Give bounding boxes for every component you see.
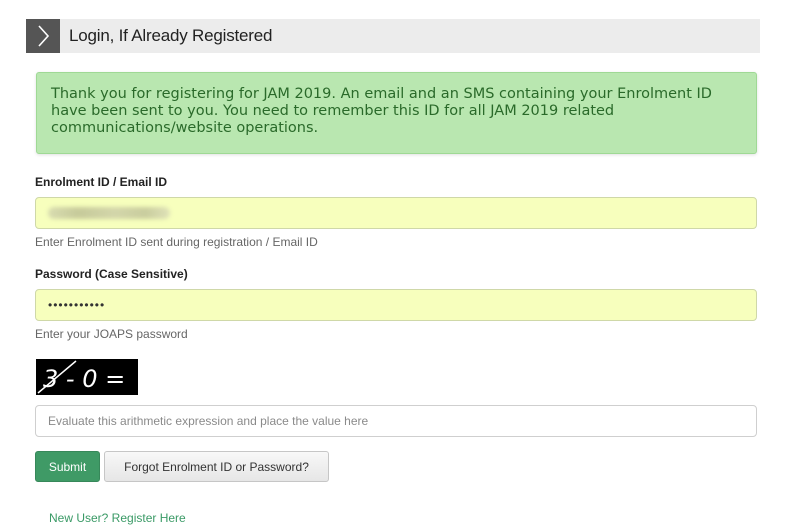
captcha-answer-input[interactable]	[35, 405, 757, 437]
password-input[interactable]	[35, 289, 757, 321]
enrolment-label: Enrolment ID / Email ID	[35, 175, 168, 189]
page-title: Login, If Already Registered	[69, 26, 273, 45]
chevron-right-icon	[26, 19, 60, 53]
password-help: Enter your JOAPS password	[35, 327, 188, 341]
submit-button[interactable]: Submit	[35, 451, 100, 482]
success-alert: Thank you for registering for JAM 2019. …	[36, 72, 757, 154]
register-link[interactable]: New User? Register Here	[49, 511, 186, 525]
alert-message: Thank you for registering for JAM 2019. …	[51, 86, 712, 136]
forgot-credentials-button[interactable]: Forgot Enrolment ID or Password?	[104, 451, 329, 482]
redacted-value	[48, 207, 170, 219]
login-header: Login, If Already Registered	[26, 19, 760, 53]
enrolment-help: Enter Enrolment ID sent during registrat…	[35, 235, 318, 249]
captcha-image: 3 - 0 =	[36, 359, 138, 395]
password-label: Password (Case Sensitive)	[35, 267, 188, 281]
